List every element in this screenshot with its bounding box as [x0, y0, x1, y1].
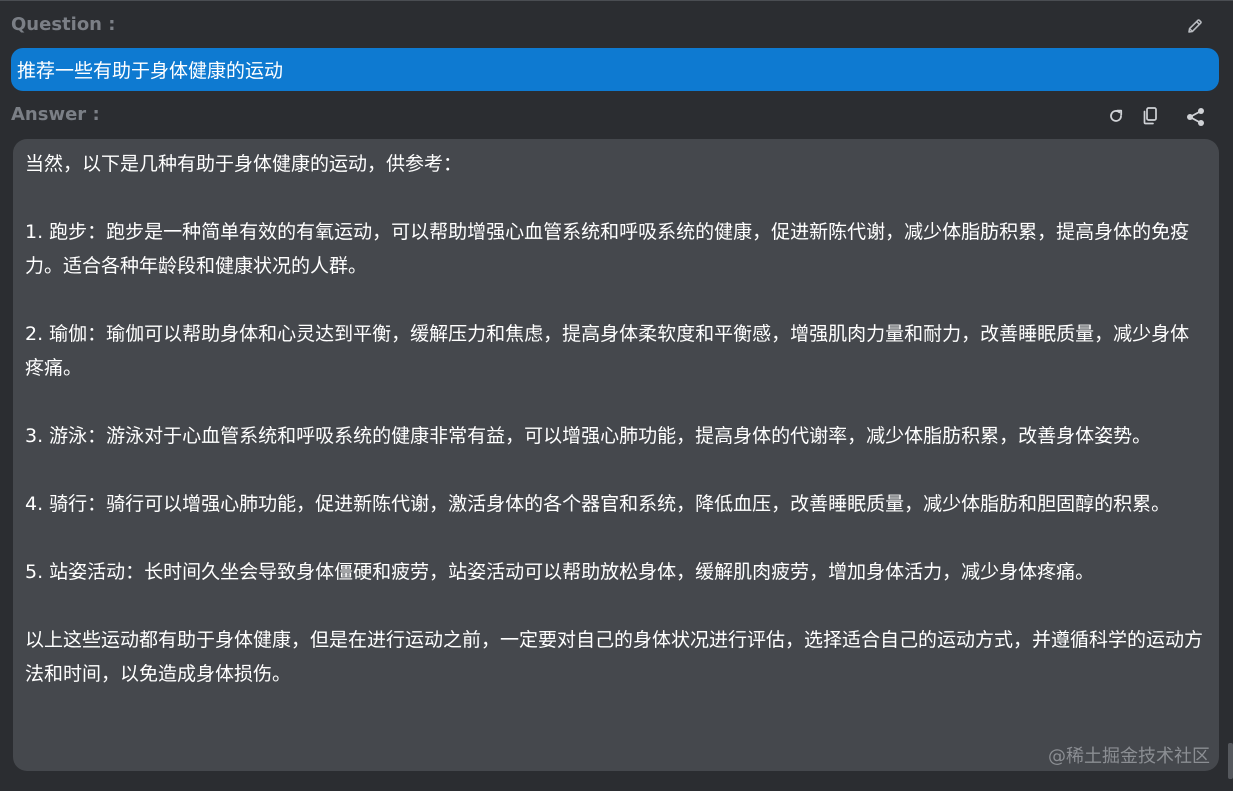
- answer-paragraph: 1. 跑步：跑步是一种简单有效的有氧运动，可以帮助增强心血管系统和呼吸系统的健康…: [25, 221, 1190, 277]
- answer-paragraph: 以上这些运动都有助于身体健康，但是在进行运动之前，一定要对自己的身体状况进行评估…: [25, 629, 1204, 685]
- regenerate-button[interactable]: [1104, 104, 1128, 128]
- edit-question-button[interactable]: [1183, 14, 1207, 38]
- copy-answer-button[interactable]: [1138, 104, 1162, 128]
- question-label: Question :: [11, 14, 116, 35]
- answer-text-box: 当然，以下是几种有助于身体健康的运动，供参考： 1. 跑步：跑步是一种简单有效的…: [13, 139, 1219, 771]
- qa-panel: Question : 推荐一些有助于身体健康的运动 Answer : 当然，以下…: [0, 0, 1233, 791]
- answer-paragraph: 当然，以下是几种有助于身体健康的运动，供参考：: [25, 153, 463, 175]
- pencil-icon: [1188, 19, 1202, 33]
- answer-label: Answer :: [11, 104, 100, 125]
- answer-paragraph: 3. 游泳：游泳对于心血管系统和呼吸系统的健康非常有益，可以增强心肺功能，提高身…: [25, 425, 1152, 447]
- copy-icon: [1143, 107, 1157, 125]
- share-icon: [1187, 108, 1204, 126]
- answer-paragraph: 4. 骑行：骑行可以增强心肺功能，促进新陈代谢，激活身体的各个器官和系统，降低血…: [25, 493, 1171, 515]
- share-answer-button[interactable]: [1184, 105, 1208, 129]
- answer-paragraph: 5. 站姿活动：长时间久坐会导致身体僵硬和疲劳，站姿活动可以帮助放松身体，缓解肌…: [25, 561, 1095, 583]
- watermark: @稀土掘金技术社区: [1048, 746, 1210, 767]
- question-text-box[interactable]: 推荐一些有助于身体健康的运动: [11, 48, 1219, 91]
- refresh-icon: [1110, 109, 1123, 122]
- scrollbar-thumb[interactable]: [1228, 743, 1233, 779]
- answer-paragraph: 2. 瑜伽：瑜伽可以帮助身体和心灵达到平衡，缓解压力和焦虑，提高身体柔软度和平衡…: [25, 323, 1190, 379]
